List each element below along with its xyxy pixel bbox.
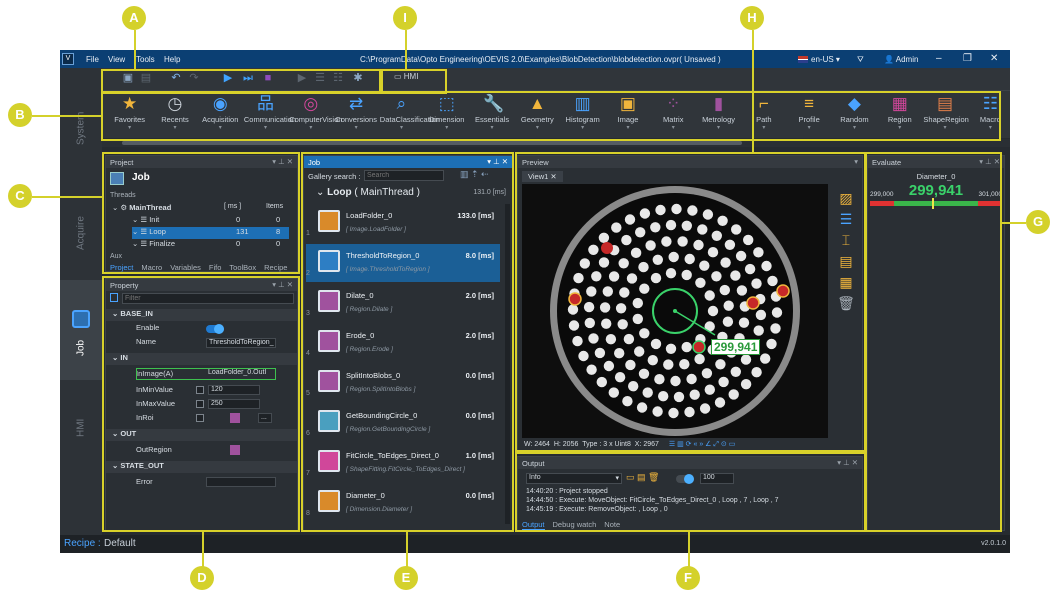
sidebar-item-acquire[interactable]: Acquire [60, 198, 102, 268]
highlight-f [515, 452, 866, 532]
callout-line-e [406, 532, 408, 568]
window-title: C:\ProgramData\Opto Engineering\OEVIS 2.… [360, 55, 721, 64]
sidebar-item-system[interactable]: System [60, 98, 102, 158]
network-icon[interactable]: ⛛ [857, 55, 864, 65]
callout-line-b [32, 115, 102, 117]
menu-view[interactable]: View [108, 55, 125, 64]
highlight-b [101, 91, 1001, 141]
menu-help[interactable]: Help [164, 55, 180, 64]
version-label: v2.0.1.0 [981, 540, 1006, 547]
callout-b: B [8, 103, 32, 127]
callout-line-g [1002, 222, 1026, 224]
callout-line-f [688, 532, 690, 568]
highlight-h [515, 152, 866, 452]
job-icon [72, 310, 90, 328]
callout-g: G [1026, 210, 1050, 234]
callout-e: E [394, 566, 418, 590]
menu-file[interactable]: File [86, 55, 99, 64]
highlight-c [102, 152, 300, 274]
highlight-i [381, 69, 447, 94]
menu-tools[interactable]: Tools [136, 55, 155, 64]
highlight-e [301, 152, 514, 532]
callout-line-a [134, 30, 136, 70]
callout-line-h [752, 30, 754, 152]
callout-c: C [8, 184, 32, 208]
highlight-d [102, 276, 300, 532]
user-label: Admin [895, 55, 919, 64]
title-bar: V File View Tools Help C:\ProgramData\Op… [60, 50, 1010, 68]
scroll-thumb[interactable] [122, 141, 742, 145]
callout-d: D [190, 566, 214, 590]
recipe-value[interactable]: Default [104, 538, 136, 549]
callout-line-d [202, 532, 204, 568]
sidebar-item-job[interactable]: Job [60, 280, 102, 380]
callout-f: F [676, 566, 700, 590]
sidebar-item-hmi[interactable]: HMI [60, 398, 102, 458]
callout-i: I [393, 6, 417, 30]
minimize-button[interactable]: – [936, 53, 942, 64]
close-button[interactable]: ✕ [990, 53, 998, 64]
callout-line-c [32, 196, 103, 198]
maximize-button[interactable]: ❐ [963, 53, 972, 64]
callout-a: A [122, 6, 146, 30]
sidebar: System Acquire Job HMI [60, 68, 102, 535]
user-menu[interactable]: 👤 Admin [884, 55, 918, 64]
language-selector[interactable]: en-US ▾ [798, 55, 840, 64]
flag-icon [798, 56, 808, 63]
callout-line-i [405, 30, 407, 70]
language-label: en-US [811, 55, 834, 64]
highlight-g [865, 152, 1002, 532]
recipe-label: Recipe : [64, 538, 101, 549]
callout-h: H [740, 6, 764, 30]
app-logo-icon: V [62, 53, 74, 65]
